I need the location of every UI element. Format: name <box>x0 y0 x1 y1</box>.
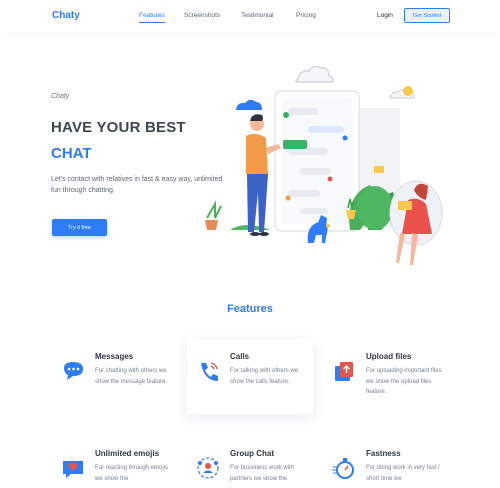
feature-title: Unlimited emojis <box>95 449 160 458</box>
nav-link-screenshots[interactable]: Screenshots <box>184 12 220 19</box>
hero-title-highlight: CHAT <box>51 145 92 162</box>
feature-description: For bussiness work with partners we show… <box>230 465 295 482</box>
cloud-icon <box>389 86 415 99</box>
feature-title: Fastness <box>366 449 401 458</box>
navbar: Chaty Features Screenshots Testimonial P… <box>0 0 500 32</box>
login-link[interactable]: Login <box>377 12 393 19</box>
nav-link-testimonial[interactable]: Testimonial <box>241 12 274 19</box>
feature-title: Group Chat <box>230 449 274 458</box>
get-started-button[interactable]: Get Started <box>404 8 450 23</box>
feature-description: For doing work in very fast / short time… <box>366 465 440 482</box>
hero-tagline: Chaty <box>51 93 70 100</box>
nav-link-pricing[interactable]: Pricing <box>296 12 316 19</box>
feature-title: Messages <box>95 352 134 361</box>
upload-files-icon <box>335 362 353 381</box>
feature-description: For reacting through emojis we show the <box>95 465 169 482</box>
message-bubble-icon <box>64 362 83 380</box>
phone-icon <box>201 362 218 381</box>
feature-description: For uploading important files we show th… <box>366 368 442 395</box>
woman-figure <box>389 180 443 265</box>
feature-description: For chatting with others we show the mes… <box>95 368 168 385</box>
stopwatch-icon <box>332 458 354 479</box>
cloud-icon <box>295 65 334 83</box>
feature-title: Calls <box>230 352 250 361</box>
features-heading: Features <box>227 303 273 315</box>
hero-title: HAVE YOUR BEST <box>51 119 186 136</box>
try-it-free-button[interactable]: Try it free <box>52 219 107 236</box>
cloud-icon <box>236 99 262 110</box>
feature-title: Upload files <box>366 352 412 361</box>
hero-chat-illustration <box>205 65 443 265</box>
feature-description: For talking with others we show the call… <box>230 368 299 385</box>
group-chat-icon <box>197 457 219 479</box>
brand-logo[interactable]: Chaty <box>52 10 80 21</box>
heart-chat-icon <box>63 461 83 478</box>
nav-link-features[interactable]: Features <box>139 12 165 23</box>
